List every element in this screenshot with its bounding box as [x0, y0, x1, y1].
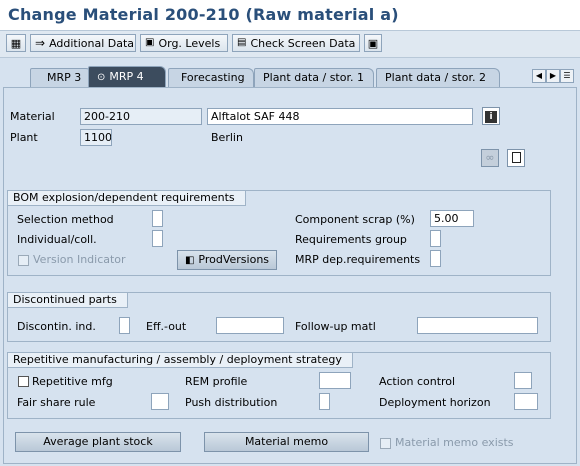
- check-icon: ▤: [237, 37, 247, 48]
- tab-active-icon: ⊙: [97, 72, 106, 83]
- repetitive-mfg-group-title: Repetitive manufacturing / assembly / de…: [7, 352, 353, 368]
- action-control-label: Action control: [379, 375, 456, 388]
- plant-name: Berlin: [211, 131, 243, 144]
- tab-plant-data-stor-2[interactable]: Plant data / stor. 2: [376, 68, 500, 88]
- new-document-button[interactable]: [507, 149, 525, 167]
- deployment-horizon-label: Deployment horizon: [379, 396, 491, 409]
- push-distribution-field[interactable]: [319, 393, 330, 410]
- application-toolbar: ▦ ⇒ Additional Data ▣ Org. Levels ▤ Chec…: [0, 30, 580, 58]
- discontin-ind-label: Discontin. ind.: [17, 320, 96, 333]
- document-icon: [511, 152, 521, 163]
- tab-strip: MRP 3 ⊙ MRP 4 Forecasting Plant data / st…: [0, 64, 580, 88]
- material-memo-exists-checkbox[interactable]: [380, 438, 391, 449]
- additional-data-label: Additional Data: [49, 36, 135, 50]
- tab-scroll-left-button[interactable]: ◀: [532, 69, 546, 83]
- other-view-button[interactable]: ▦: [6, 34, 26, 52]
- tab-plant-data-stor-1[interactable]: Plant data / stor. 1: [254, 68, 374, 88]
- repetitive-mfg-checkbox[interactable]: [18, 376, 29, 387]
- mrp-dep-requirements-field[interactable]: [430, 250, 441, 267]
- additional-data-button[interactable]: ⇒ Additional Data: [30, 34, 136, 52]
- component-scrap-label: Component scrap (%): [295, 213, 415, 226]
- tab-forecasting[interactable]: Forecasting: [168, 68, 254, 88]
- prodversions-icon: ◧: [184, 255, 195, 266]
- rem-profile-field[interactable]: [319, 372, 351, 389]
- material-memo-label: Material memo: [244, 435, 329, 448]
- material-number-field[interactable]: 200-210: [80, 108, 202, 125]
- link-icon: ∞: [485, 151, 495, 164]
- push-distribution-label: Push distribution: [185, 396, 278, 409]
- rem-profile-label: REM profile: [185, 375, 248, 388]
- tab-label: Plant data / stor. 1: [263, 71, 364, 84]
- prodversions-label: ProdVersions: [198, 253, 270, 266]
- tab-content-panel: Material 200-210 Alftalot SAF 448 i Plan…: [3, 87, 577, 464]
- window-title-bar: Change Material 200-210 (Raw material a): [0, 0, 580, 30]
- eff-out-field[interactable]: [216, 317, 284, 334]
- tab-list-button[interactable]: ☰: [560, 69, 574, 83]
- lock-button[interactable]: ▣: [364, 34, 382, 52]
- tab-label: Plant data / stor. 2: [385, 71, 486, 84]
- info-icon: i: [485, 111, 497, 123]
- selection-method-label: Selection method: [17, 213, 114, 226]
- material-label: Material: [10, 110, 55, 123]
- disabled-action-button[interactable]: ∞: [481, 149, 499, 167]
- tab-mrp-4[interactable]: ⊙ MRP 4: [88, 66, 166, 88]
- version-indicator-checkbox[interactable]: [18, 255, 29, 266]
- discontinued-parts-group-title: Discontinued parts: [7, 292, 128, 308]
- action-control-field[interactable]: [514, 372, 532, 389]
- prodversions-button[interactable]: ◧ ProdVersions: [177, 250, 277, 270]
- individual-coll-field[interactable]: [152, 230, 163, 247]
- discontin-ind-field[interactable]: [119, 317, 130, 334]
- selection-method-field[interactable]: [152, 210, 163, 227]
- tab-label: MRP 4: [109, 70, 144, 83]
- tab-scroll-right-button[interactable]: ▶: [546, 69, 560, 83]
- material-memo-exists-label: Material memo exists: [395, 436, 514, 449]
- window-title: Change Material 200-210 (Raw material a): [8, 5, 399, 24]
- org-structure-icon: ▣: [145, 37, 155, 48]
- repetitive-mfg-group: Repetitive manufacturing / assembly / de…: [7, 352, 551, 419]
- chevron-left-icon: ◀: [535, 71, 543, 80]
- discontinued-parts-group: Discontinued parts Discontin. ind. Eff.-…: [7, 292, 551, 342]
- bom-explosion-group-title: BOM explosion/dependent requirements: [7, 190, 246, 206]
- material-description-field[interactable]: Alftalot SAF 448: [207, 108, 473, 125]
- deployment-horizon-field[interactable]: [514, 393, 538, 410]
- fair-share-rule-field[interactable]: [151, 393, 169, 410]
- org-levels-label: Org. Levels: [158, 36, 221, 50]
- average-plant-stock-button[interactable]: Average plant stock: [15, 432, 181, 452]
- tab-mrp-3[interactable]: MRP 3: [30, 68, 92, 88]
- chevron-right-icon: ▶: [549, 71, 557, 80]
- component-scrap-field[interactable]: 5.00: [430, 210, 474, 227]
- follow-up-matl-field[interactable]: [417, 317, 538, 334]
- org-levels-button[interactable]: ▣ Org. Levels: [140, 34, 228, 52]
- fair-share-rule-label: Fair share rule: [17, 396, 96, 409]
- plant-field[interactable]: 1100: [80, 129, 112, 146]
- tab-label: MRP 3: [47, 71, 82, 84]
- requirements-group-field[interactable]: [430, 230, 441, 247]
- individual-coll-label: Individual/coll.: [17, 233, 97, 246]
- plant-label: Plant: [10, 131, 38, 144]
- select-views-icon: ▦: [10, 36, 22, 50]
- arrow-right-icon: ⇒: [35, 36, 46, 50]
- check-screen-data-label: Check Screen Data: [250, 36, 356, 50]
- bom-explosion-group: BOM explosion/dependent requirements Sel…: [7, 190, 551, 276]
- lock-icon: ▣: [367, 36, 379, 50]
- material-info-button[interactable]: i: [482, 107, 500, 125]
- list-icon: ☰: [563, 71, 571, 80]
- material-memo-button[interactable]: Material memo: [204, 432, 369, 452]
- check-screen-data-button[interactable]: ▤ Check Screen Data: [232, 34, 360, 52]
- eff-out-label: Eff.-out: [146, 320, 187, 333]
- mrp-dep-requirements-label: MRP dep.requirements: [295, 253, 421, 266]
- follow-up-matl-label: Follow-up matl: [295, 320, 376, 333]
- version-indicator-label: Version Indicator: [33, 253, 126, 266]
- requirements-group-label: Requirements group: [295, 233, 407, 246]
- tab-label: Forecasting: [181, 71, 245, 84]
- repetitive-mfg-label: Repetitive mfg: [32, 375, 113, 388]
- average-plant-stock-label: Average plant stock: [43, 435, 153, 448]
